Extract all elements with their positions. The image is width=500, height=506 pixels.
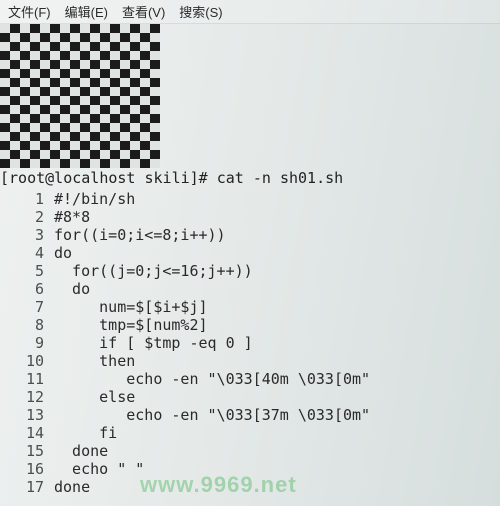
code-line: 16 echo " ": [0, 460, 500, 478]
menu-search[interactable]: 搜索(S): [179, 2, 222, 21]
code-line: 12 else: [0, 388, 500, 406]
line-number: 10: [0, 352, 54, 370]
line-number: 7: [0, 298, 54, 316]
line-text: #!/bin/sh: [54, 190, 135, 208]
line-text: then: [54, 352, 135, 370]
code-line: 6 do: [0, 280, 500, 298]
line-number: 1: [0, 190, 54, 208]
line-number: 15: [0, 442, 54, 460]
line-text: echo -en "\033[37m \033[0m": [54, 406, 370, 424]
code-line: 10 then: [0, 352, 500, 370]
line-text: fi: [54, 424, 117, 442]
terminal[interactable]: [root@localhost skili]# cat -n sh01.sh 1…: [0, 24, 500, 506]
line-text: if [ $tmp -eq 0 ]: [54, 334, 253, 352]
line-number: 6: [0, 280, 54, 298]
menu-file[interactable]: 文件(F): [8, 2, 51, 21]
line-text: #8*8: [54, 208, 90, 226]
code-line: 1#!/bin/sh: [0, 190, 500, 208]
line-number: 16: [0, 460, 54, 478]
line-number: 8: [0, 316, 54, 334]
line-number: 5: [0, 262, 54, 280]
menu-edit[interactable]: 编辑(E): [65, 2, 108, 21]
line-text: num=$[$i+$j]: [54, 298, 208, 316]
line-number: 2: [0, 208, 54, 226]
line-number: 14: [0, 424, 54, 442]
code-line: 13 echo -en "\033[37m \033[0m": [0, 406, 500, 424]
script-output-checkerboard: [0, 24, 160, 168]
line-number: 3: [0, 226, 54, 244]
line-text: for((j=0;j<=16;j++)): [54, 262, 253, 280]
line-number: 4: [0, 244, 54, 262]
line-text: for((i=0;i<=8;i++)): [54, 226, 226, 244]
line-number: 9: [0, 334, 54, 352]
cat-output: 1#!/bin/sh2#8*83for((i=0;i<=8;i++))4do5 …: [0, 190, 500, 496]
code-line: 7 num=$[$i+$j]: [0, 298, 500, 316]
menu-bar: 文件(F) 编辑(E) 查看(V) 搜索(S): [0, 0, 500, 24]
line-number: 12: [0, 388, 54, 406]
line-text: echo -en "\033[40m \033[0m": [54, 370, 370, 388]
line-text: done: [54, 478, 90, 496]
shell-prompt-1: [root@localhost skili]# cat -n sh01.sh: [0, 168, 500, 190]
shell-prompt-2: [root@localhost skili]# ./sh01.sh: [0, 496, 500, 506]
line-text: do: [54, 244, 72, 262]
line-number: 13: [0, 406, 54, 424]
line-text: tmp=$[num%2]: [54, 316, 208, 334]
line-text: done: [54, 442, 108, 460]
code-line: 11 echo -en "\033[40m \033[0m": [0, 370, 500, 388]
line-text: do: [54, 280, 90, 298]
code-line: 5 for((j=0;j<=16;j++)): [0, 262, 500, 280]
code-line: 15 done: [0, 442, 500, 460]
menu-view[interactable]: 查看(V): [122, 2, 165, 21]
code-line: 2#8*8: [0, 208, 500, 226]
code-line: 4do: [0, 244, 500, 262]
code-line: 3for((i=0;i<=8;i++)): [0, 226, 500, 244]
code-line: 14 fi: [0, 424, 500, 442]
line-text: else: [54, 388, 135, 406]
code-line: 17done: [0, 478, 500, 496]
code-line: 8 tmp=$[num%2]: [0, 316, 500, 334]
line-number: 17: [0, 478, 54, 496]
line-text: echo " ": [54, 460, 144, 478]
line-number: 11: [0, 370, 54, 388]
code-line: 9 if [ $tmp -eq 0 ]: [0, 334, 500, 352]
